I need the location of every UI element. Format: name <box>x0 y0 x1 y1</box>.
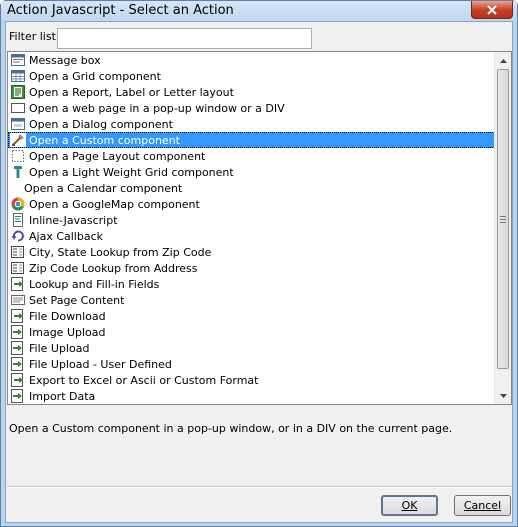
action-list-items: Message box Open a Grid component Open a R… <box>8 52 495 404</box>
list-item-label: Ajax Callback <box>29 229 104 243</box>
vertical-scrollbar[interactable] <box>494 52 511 404</box>
close-icon <box>487 4 497 15</box>
ok-button-label: OK <box>401 499 418 512</box>
scroll-down-button[interactable] <box>495 387 511 404</box>
list-item[interactable]: Import Data <box>8 388 495 404</box>
list-item-label: Open a Light Weight Grid component <box>29 165 234 179</box>
list-item[interactable]: File Download <box>8 308 495 324</box>
address-lookup-icon <box>10 261 26 275</box>
list-item[interactable]: Open a Dialog component <box>8 116 495 132</box>
export-icon <box>10 373 26 387</box>
lookup-fill-icon <box>10 277 26 291</box>
list-item-label: Export to Excel or Ascii or Custom Forma… <box>29 373 259 387</box>
list-item-label: Lookup and Fill-in Fields <box>29 277 160 291</box>
title-bar[interactable]: Action Javascript - Select an Action <box>1 1 517 21</box>
action-description: Open a Custom component in a pop-up wind… <box>7 407 512 487</box>
list-item-label: Open a Dialog component <box>29 117 173 131</box>
list-item-label: Message box <box>29 53 101 67</box>
cancel-button[interactable]: Cancel <box>454 495 511 516</box>
page-content-icon <box>10 293 26 307</box>
chevron-up-icon <box>500 58 507 63</box>
list-item-label: City, State Lookup from Zip Code <box>29 245 212 259</box>
list-item[interactable]: Open a Light Weight Grid component <box>8 164 495 180</box>
dialog-body: Filter list: Message box Open a Grid comp… <box>5 21 513 523</box>
google-map-icon <box>10 197 26 211</box>
list-item-label: Open a Report, Label or Letter layout <box>29 85 234 99</box>
list-item[interactable]: City, State Lookup from Zip Code <box>8 244 495 260</box>
list-item-label: File Upload - User Defined <box>29 357 172 371</box>
filter-label: Filter list: <box>9 30 60 43</box>
close-button[interactable] <box>471 1 513 19</box>
list-item-label: File Download <box>29 309 106 323</box>
action-list[interactable]: Message box Open a Grid component Open a R… <box>7 51 512 405</box>
web-page-icon <box>10 101 26 115</box>
import-icon <box>10 389 26 403</box>
list-item[interactable]: Open a GoogleMap component <box>8 196 495 212</box>
list-item-label: Open a GoogleMap component <box>29 197 200 211</box>
cancel-button-label: Cancel <box>463 499 502 512</box>
list-item-label: Set Page Content <box>29 293 125 307</box>
list-item-label: Zip Code Lookup from Address <box>29 261 198 275</box>
list-item[interactable]: Ajax Callback <box>8 228 495 244</box>
window-title: Action Javascript - Select an Action <box>7 3 234 18</box>
light-grid-icon <box>10 165 26 179</box>
list-item[interactable]: Lookup and Fill-in Fields <box>8 276 495 292</box>
dialog-icon <box>10 117 26 131</box>
list-item[interactable]: Open a Page Layout component <box>8 148 495 164</box>
list-item-label: Open a Page Layout component <box>29 149 206 163</box>
divider <box>7 487 512 488</box>
zip-lookup-icon <box>10 245 26 259</box>
ajax-callback-icon <box>10 229 26 243</box>
list-item[interactable]: Image Upload <box>8 324 495 340</box>
list-item[interactable]: Open a Grid component <box>8 68 495 84</box>
upload-icon <box>10 325 26 339</box>
list-item-label: Open a web page in a pop-up window or a … <box>29 101 285 115</box>
report-icon <box>10 85 26 99</box>
custom-component-icon <box>10 133 26 147</box>
upload-icon <box>10 341 26 355</box>
javascript-icon <box>10 213 26 227</box>
list-item[interactable]: File Upload - User Defined <box>8 356 495 372</box>
blank-icon <box>10 181 24 195</box>
list-item[interactable]: File Upload <box>8 340 495 356</box>
list-item-label: Inline-Javascript <box>29 213 118 227</box>
grid-icon <box>10 69 26 83</box>
page-layout-icon <box>10 149 26 163</box>
file-download-icon <box>10 309 26 323</box>
upload-icon <box>10 357 26 371</box>
list-item[interactable]: Export to Excel or Ascii or Custom Forma… <box>8 372 495 388</box>
list-item[interactable]: Inline-Javascript <box>8 212 495 228</box>
list-item[interactable]: Open a Custom component <box>8 132 495 148</box>
list-item-label: Import Data <box>29 389 96 403</box>
list-item[interactable]: Set Page Content <box>8 292 495 308</box>
list-item-label: Open a Calendar component <box>24 181 183 195</box>
list-item[interactable]: Open a Calendar component <box>8 180 495 196</box>
list-item-label: File Upload <box>29 341 90 355</box>
ok-button[interactable]: OK <box>381 495 438 516</box>
dialog-window: Action Javascript - Select an Action Fil… <box>0 0 518 527</box>
list-item-label: Open a Custom component <box>29 133 180 147</box>
scrollbar-thumb[interactable] <box>497 69 509 369</box>
chevron-down-icon <box>500 393 507 398</box>
list-item[interactable]: Open a web page in a pop-up window or a … <box>8 100 495 116</box>
scroll-up-button[interactable] <box>495 52 511 69</box>
grip-icon <box>500 215 506 223</box>
list-item[interactable]: Zip Code Lookup from Address <box>8 260 495 276</box>
list-item-label: Image Upload <box>29 325 106 339</box>
list-item[interactable]: Message box <box>8 52 495 68</box>
filter-input[interactable] <box>57 28 312 49</box>
list-item-label: Open a Grid component <box>29 69 161 83</box>
message-box-icon <box>10 53 26 67</box>
list-item[interactable]: Open a Report, Label or Letter layout <box>8 84 495 100</box>
